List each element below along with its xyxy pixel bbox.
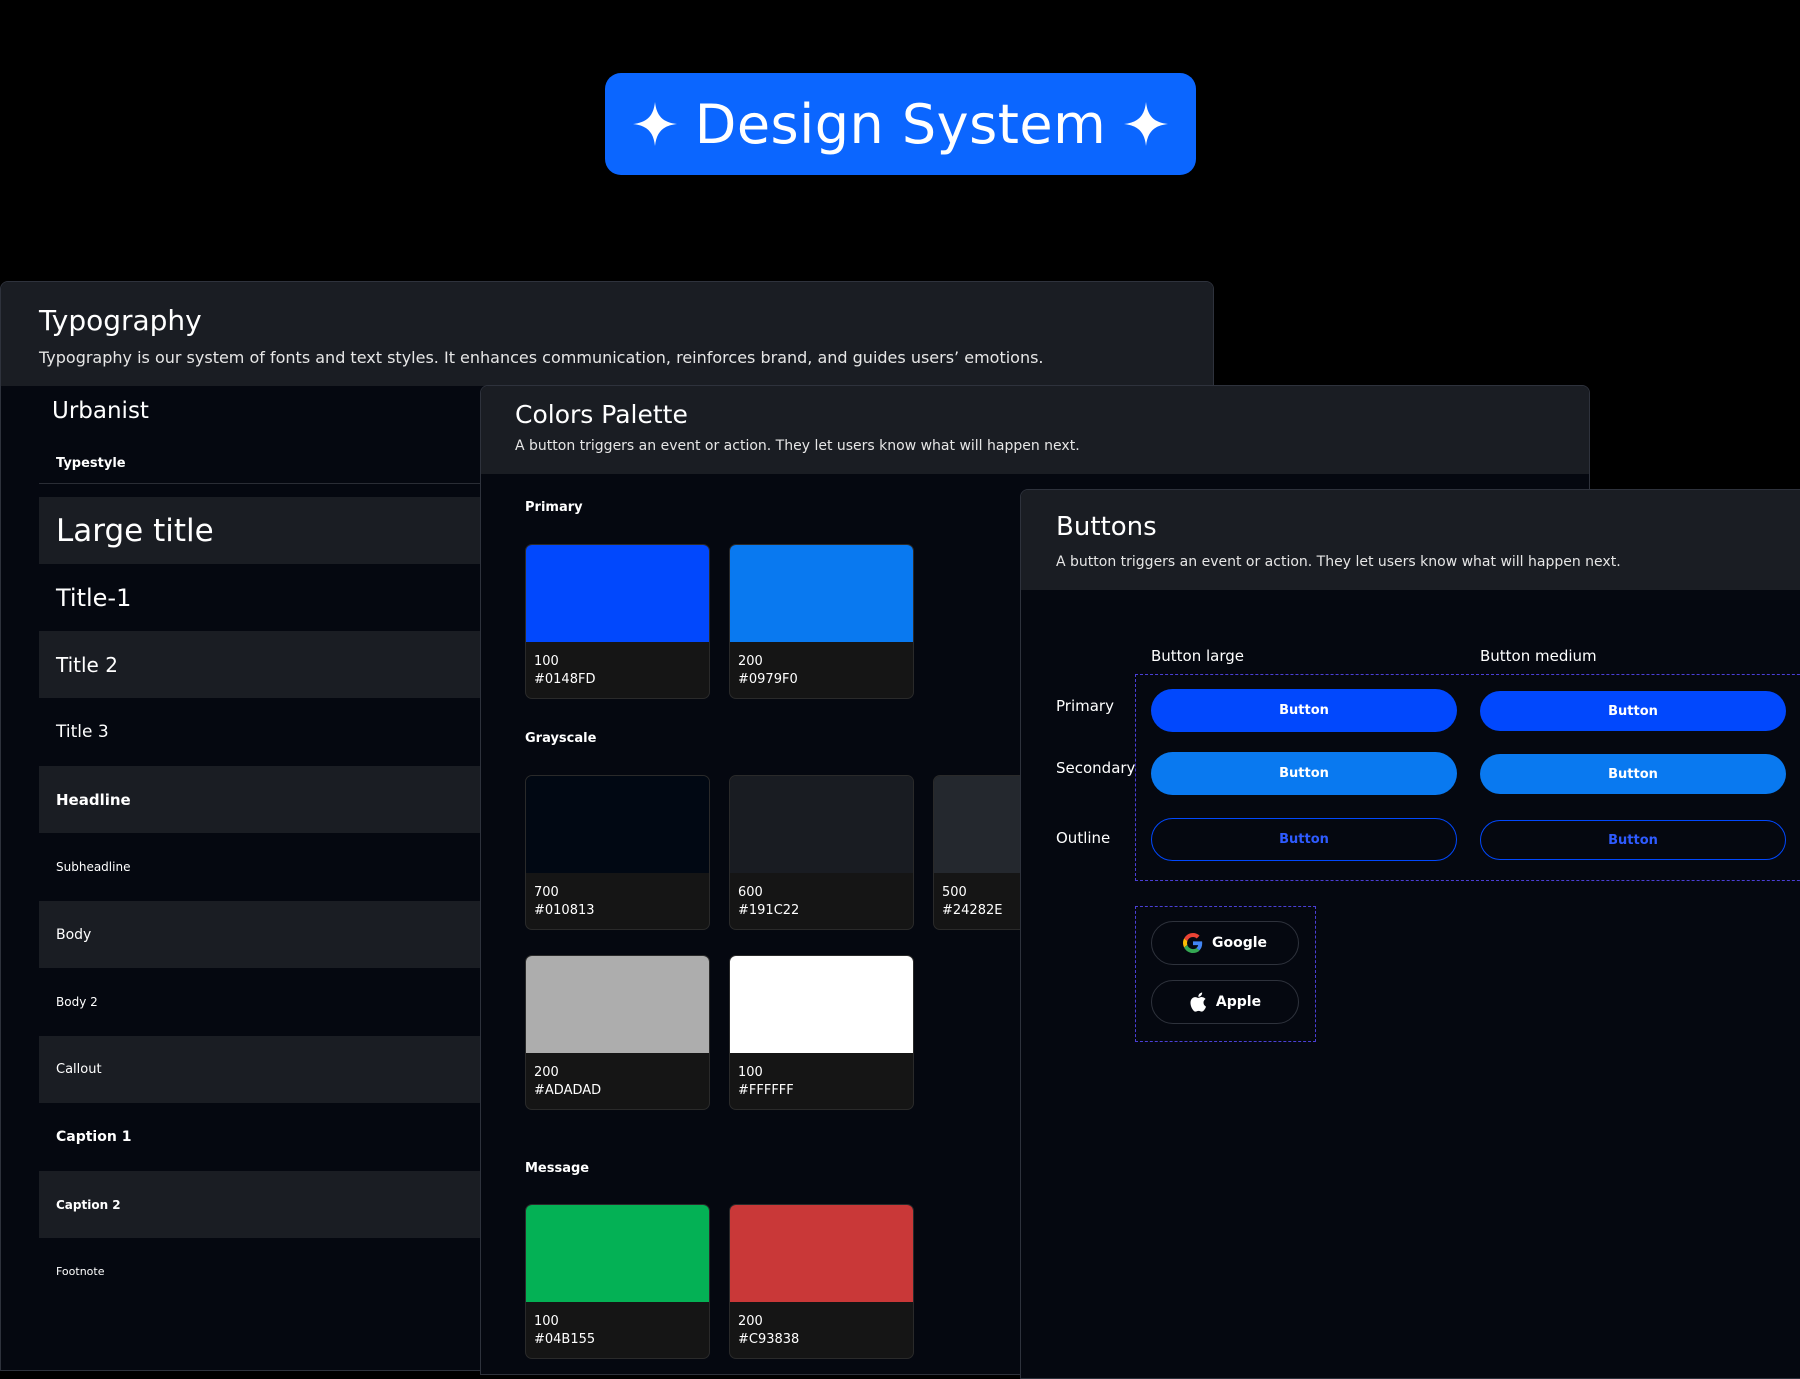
typestyle-body: Body (39, 901, 519, 968)
swatch-label: 100 #04B155 (534, 1313, 595, 1349)
swatch-color (730, 1205, 913, 1302)
swatch-hex: #24282E (942, 903, 1003, 918)
swatch-shade: 200 (738, 654, 763, 669)
row-label-secondary: Secondary (1056, 759, 1136, 777)
typestyle-title-2: Title 2 (39, 631, 519, 698)
group-label-grayscale: Grayscale (525, 731, 597, 746)
row-label-outline: Outline (1056, 829, 1111, 847)
buttons-header: Buttons A button triggers an event or ac… (1021, 490, 1800, 590)
apple-button-label: Apple (1215, 994, 1262, 1010)
typography-title: Typography (39, 304, 202, 337)
primary-large-button[interactable]: Button (1151, 689, 1457, 732)
swatch-color (526, 776, 709, 873)
google-icon (1182, 933, 1203, 953)
typestyle-caption-1: Caption 1 (56, 1128, 132, 1145)
swatch-color (730, 956, 913, 1053)
group-label-message: Message (525, 1161, 590, 1176)
swatch-color (730, 776, 913, 873)
design-system-badge: Design System (605, 73, 1196, 175)
swatch-primary-200: 200 #0979F0 (729, 544, 914, 699)
swatch-primary-100: 100 #0148FD (525, 544, 710, 699)
typography-header: Typography Typography is our system of f… (1, 282, 1213, 386)
swatch-shade: 200 (738, 1314, 763, 1329)
swatch-shade: 600 (738, 885, 763, 900)
swatch-hex: #0148FD (534, 672, 596, 687)
swatch-shade: 100 (738, 1065, 763, 1080)
colors-description: A button triggers an event or action. Th… (515, 438, 1080, 454)
apple-icon (1189, 992, 1207, 1012)
swatch-grayscale-100: 100 #FFFFFF (729, 955, 914, 1110)
typestyle-subheadline: Subheadline (56, 859, 131, 874)
typestyle-headline: Headline (39, 766, 519, 833)
swatch-grayscale-200: 200 #ADADAD (525, 955, 710, 1110)
typestyle-callout: Callout (39, 1036, 519, 1103)
swatch-label: 200 #0979F0 (738, 653, 798, 689)
swatch-hex: #010813 (534, 903, 595, 918)
swatch-label: 100 #0148FD (534, 653, 595, 689)
colors-title: Colors Palette (515, 400, 688, 429)
column-label-medium: Button medium (1480, 647, 1597, 665)
swatch-message-200: 200 #C93838 (729, 1204, 914, 1359)
swatch-color (526, 545, 709, 642)
swatch-grayscale-700: 700 #010813 (525, 775, 710, 930)
divider (39, 483, 539, 484)
typestyle-footnote: Footnote (56, 1265, 105, 1278)
swatch-label: 700 #010813 (534, 884, 595, 920)
swatch-label: 500 #24282E (942, 884, 1002, 920)
swatch-shade: 100 (534, 1314, 559, 1329)
typestyle-title-3: Title 3 (56, 721, 109, 742)
typography-description: Typography is our system of fonts and te… (39, 348, 1044, 367)
secondary-medium-button[interactable]: Button (1480, 754, 1786, 794)
column-label-large: Button large (1151, 647, 1245, 665)
google-sign-in-button[interactable]: Google (1151, 921, 1299, 965)
swatch-label: 200 #ADADAD (534, 1064, 601, 1100)
swatch-hex: #04B155 (534, 1332, 596, 1347)
buttons-card: Buttons A button triggers an event or ac… (1020, 489, 1800, 1379)
apple-sign-in-button[interactable]: Apple (1151, 980, 1299, 1024)
outline-large-button[interactable]: Button (1151, 818, 1457, 861)
typestyle-label: Typestyle (56, 456, 126, 471)
outline-medium-button[interactable]: Button (1480, 820, 1786, 860)
typestyle-large-title: Large title (39, 497, 519, 564)
swatch-label: 600 #191C22 (738, 884, 799, 920)
colors-header: Colors Palette A button triggers an even… (481, 386, 1589, 474)
swatch-label: 200 #C93838 (738, 1313, 799, 1349)
swatch-shade: 700 (534, 885, 559, 900)
buttons-description: A button triggers an event or action. Th… (1056, 554, 1621, 570)
primary-medium-button[interactable]: Button (1480, 691, 1786, 731)
page-title: Design System (694, 92, 1107, 156)
swatch-hex: #191C22 (738, 903, 800, 918)
swatch-label: 100 #FFFFFF (738, 1064, 794, 1100)
typestyle-body-2: Body 2 (56, 994, 98, 1009)
swatch-hex: #ADADAD (534, 1083, 602, 1098)
sparkle-icon (632, 102, 677, 146)
swatch-color (526, 956, 709, 1053)
swatch-shade: 100 (534, 654, 559, 669)
buttons-title: Buttons (1056, 512, 1157, 542)
swatch-grayscale-600: 600 #191C22 (729, 775, 914, 930)
swatch-color (526, 1205, 709, 1302)
google-button-label: Google (1211, 935, 1268, 951)
swatch-hex: #C93838 (738, 1332, 800, 1347)
group-label-primary: Primary (525, 500, 583, 515)
row-label-primary: Primary (1056, 697, 1114, 715)
swatch-hex: #FFFFFF (738, 1083, 794, 1098)
secondary-large-button[interactable]: Button (1151, 752, 1457, 795)
swatch-shade: 500 (942, 885, 967, 900)
typestyle-caption-2: Caption 2 (39, 1171, 519, 1238)
swatch-shade: 200 (534, 1065, 559, 1080)
swatch-hex: #0979F0 (738, 672, 798, 687)
typestyle-title-1: Title-1 (56, 583, 132, 612)
swatch-message-100: 100 #04B155 (525, 1204, 710, 1359)
sparkle-icon (1124, 102, 1169, 146)
swatch-color (730, 545, 913, 642)
font-family-name: Urbanist (52, 398, 149, 424)
